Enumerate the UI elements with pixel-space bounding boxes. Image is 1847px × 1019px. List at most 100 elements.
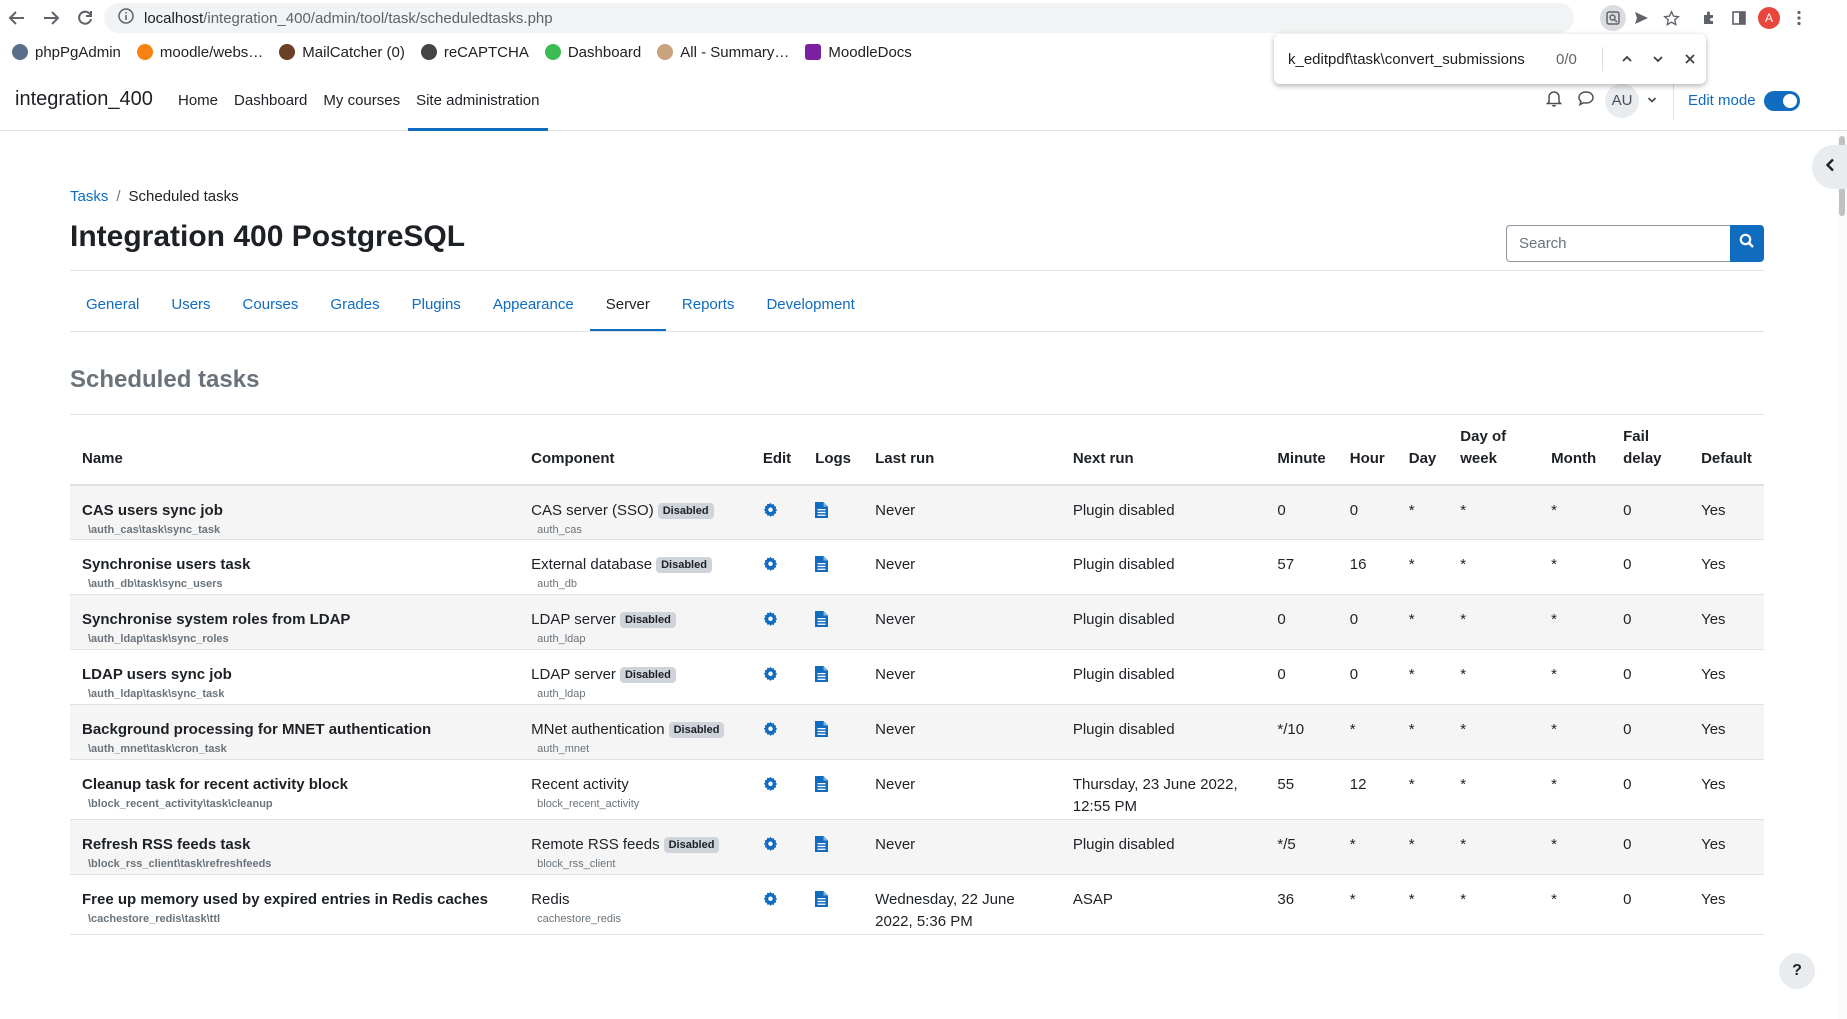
find-previous-icon[interactable] bbox=[1611, 52, 1643, 66]
table-row: LDAP users sync job \auth_ldap\task\sync… bbox=[70, 649, 1764, 705]
task-classname: \auth_mnet\task\cron_task bbox=[88, 742, 227, 755]
messages-icon[interactable] bbox=[1577, 89, 1595, 112]
col-header-minute: Minute bbox=[1265, 415, 1338, 486]
bookmark-moodle-webservice[interactable]: moodle/webs… bbox=[136, 44, 263, 61]
bookmark-phppgadmin[interactable]: phpPgAdmin bbox=[12, 44, 121, 61]
day-of-week-cell: * bbox=[1448, 759, 1540, 820]
logs-file-icon[interactable] bbox=[815, 665, 851, 682]
default-cell: Yes bbox=[1689, 539, 1764, 595]
page-scrollbar[interactable] bbox=[1838, 131, 1847, 1019]
extensions-icon[interactable] bbox=[1694, 3, 1724, 33]
tab-appearance[interactable]: Appearance bbox=[477, 277, 590, 332]
edit-gear-icon[interactable] bbox=[763, 666, 791, 681]
logs-file-icon[interactable] bbox=[815, 555, 851, 572]
tabs-divider bbox=[70, 331, 1764, 332]
back-icon[interactable] bbox=[0, 1, 34, 35]
logs-file-icon[interactable] bbox=[815, 610, 851, 627]
breadcrumb: Tasks / Scheduled tasks bbox=[70, 188, 239, 205]
user-menu-chevron-down-icon[interactable] bbox=[1647, 92, 1657, 110]
edit-gear-icon[interactable] bbox=[763, 556, 791, 571]
reload-icon[interactable] bbox=[68, 1, 102, 35]
user-avatar[interactable]: AU bbox=[1605, 83, 1639, 118]
logs-file-icon[interactable] bbox=[815, 835, 851, 852]
last-run-cell: Never bbox=[863, 539, 1061, 595]
tab-general[interactable]: General bbox=[70, 277, 155, 332]
notifications-bell-icon[interactable] bbox=[1545, 89, 1563, 112]
next-run-cell: ASAP bbox=[1060, 874, 1266, 935]
breadcrumb-tasks-link[interactable]: Tasks bbox=[70, 188, 108, 205]
nav-dashboard[interactable]: Dashboard bbox=[226, 70, 315, 131]
task-name: Synchronise users task bbox=[82, 555, 251, 573]
bookmark-star-icon[interactable] bbox=[1656, 3, 1686, 33]
tab-reports[interactable]: Reports bbox=[666, 277, 751, 332]
task-name: CAS users sync job bbox=[82, 502, 223, 519]
profile-avatar[interactable]: A bbox=[1754, 3, 1784, 33]
edit-gear-icon[interactable] bbox=[763, 611, 791, 626]
send-icon[interactable] bbox=[1626, 3, 1656, 33]
forward-icon[interactable] bbox=[34, 1, 68, 35]
logs-cell bbox=[803, 874, 864, 935]
find-count: 0/0 bbox=[1556, 50, 1577, 68]
nav-home[interactable]: Home bbox=[170, 70, 226, 131]
edit-mode-toggle[interactable] bbox=[1763, 90, 1800, 111]
edit-mode-label[interactable]: Edit mode bbox=[1688, 92, 1756, 109]
table-row: Synchronise system roles from LDAP \auth… bbox=[70, 594, 1764, 650]
table-row: Free up memory used by expired entries i… bbox=[70, 874, 1764, 935]
find-close-icon[interactable] bbox=[1674, 52, 1706, 66]
component-id: auth_cas bbox=[537, 524, 582, 536]
edit-gear-icon[interactable] bbox=[763, 776, 791, 791]
tab-plugins[interactable]: Plugins bbox=[396, 277, 477, 332]
search-input[interactable] bbox=[1506, 225, 1730, 262]
component-id: auth_db bbox=[537, 577, 577, 590]
bookmark-all-summary[interactable]: All - Summary… bbox=[657, 44, 789, 61]
search-icon bbox=[1739, 233, 1755, 254]
minute-cell: */5 bbox=[1265, 819, 1338, 875]
next-run-cell: Plugin disabled bbox=[1060, 485, 1266, 540]
find-in-page-icon[interactable] bbox=[1600, 5, 1626, 31]
edit-gear-icon[interactable] bbox=[763, 836, 791, 851]
bookmark-mailcatcher[interactable]: MailCatcher (0) bbox=[279, 44, 405, 61]
find-next-icon[interactable] bbox=[1642, 52, 1674, 66]
bookmark-dashboard[interactable]: Dashboard bbox=[544, 44, 641, 61]
logs-file-icon[interactable] bbox=[815, 720, 851, 737]
nav-my-courses[interactable]: My courses bbox=[315, 70, 408, 131]
edit-gear-icon[interactable] bbox=[763, 502, 791, 517]
logs-file-icon[interactable] bbox=[815, 890, 851, 907]
tab-development[interactable]: Development bbox=[750, 277, 870, 332]
url-path: /integration_400/admin/tool/task/schedul… bbox=[203, 9, 553, 27]
logs-file-icon[interactable] bbox=[815, 502, 851, 518]
tab-grades[interactable]: Grades bbox=[314, 277, 395, 332]
address-bar[interactable]: localhost/integration_400/admin/tool/tas… bbox=[104, 3, 1574, 33]
kebab-menu-icon[interactable] bbox=[1784, 3, 1814, 33]
bookmark-recaptcha[interactable]: reCAPTCHA bbox=[420, 44, 529, 61]
open-block-drawer-button[interactable] bbox=[1812, 145, 1847, 189]
edit-gear-icon[interactable] bbox=[763, 721, 791, 736]
task-name: Free up memory used by expired entries i… bbox=[82, 890, 488, 908]
site-brand[interactable]: integration_400 bbox=[15, 88, 153, 111]
help-button[interactable]: ? bbox=[1779, 953, 1815, 989]
info-icon[interactable] bbox=[118, 8, 134, 28]
task-classname: \auth_db\task\sync_users bbox=[88, 577, 223, 590]
nav-site-administration[interactable]: Site administration bbox=[408, 70, 548, 131]
hour-cell: 16 bbox=[1337, 539, 1397, 595]
table-row: Background processing for MNET authentic… bbox=[70, 704, 1764, 760]
disabled-badge: Disabled bbox=[656, 556, 712, 573]
task-name-cell: Cleanup task for recent activity block \… bbox=[70, 759, 520, 820]
day-cell: * bbox=[1396, 874, 1449, 935]
tab-users[interactable]: Users bbox=[155, 277, 226, 332]
search-button[interactable] bbox=[1730, 225, 1764, 262]
edit-gear-icon[interactable] bbox=[763, 891, 791, 906]
task-classname: \auth_ldap\task\sync_roles bbox=[88, 632, 229, 645]
logs-file-icon[interactable] bbox=[815, 775, 851, 792]
side-panel-icon[interactable] bbox=[1724, 3, 1754, 33]
default-cell: Yes bbox=[1689, 594, 1764, 650]
task-classname: \auth_ldap\task\sync_task bbox=[88, 687, 225, 700]
component-id: auth_ldap bbox=[537, 632, 586, 645]
tab-courses[interactable]: Courses bbox=[227, 277, 315, 332]
bookmark-moodledocs[interactable]: MoodleDocs bbox=[805, 44, 912, 61]
next-run-cell: Plugin disabled bbox=[1060, 594, 1266, 650]
tab-server[interactable]: Server bbox=[589, 277, 667, 332]
task-component-cell: Recent activity block_recent_activity bbox=[519, 759, 751, 820]
find-input[interactable]: k_editpdf\task\convert_submissions bbox=[1288, 51, 1556, 68]
hour-cell: 0 bbox=[1337, 594, 1397, 650]
